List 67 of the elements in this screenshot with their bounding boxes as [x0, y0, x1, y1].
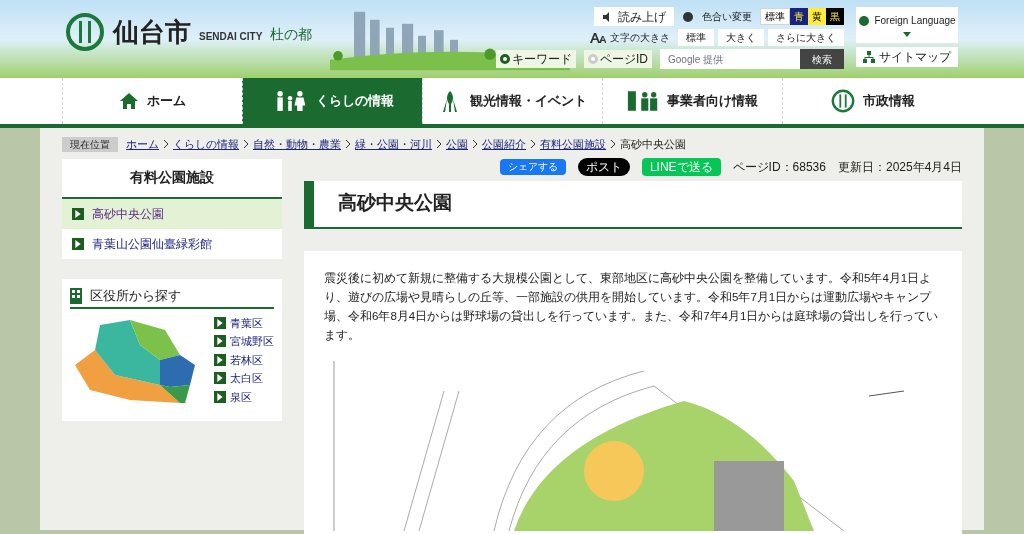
- page-id: ページID：68536: [732, 158, 826, 176]
- search-mode-label: ページID: [600, 51, 648, 68]
- city-name-english: SENDAI CITY: [199, 29, 263, 44]
- breadcrumb-link[interactable]: ホーム: [126, 136, 159, 153]
- tagline: 杜の都: [270, 24, 313, 44]
- page-title: 高砂中央公園: [338, 191, 452, 216]
- breadcrumb-separator-icon: [163, 140, 169, 149]
- ward-link[interactable]: 若林区: [214, 351, 274, 368]
- radio-button[interactable]: [500, 54, 510, 64]
- sitemap-icon: [863, 51, 875, 63]
- sidebar-item[interactable]: 高砂中央公園: [62, 198, 282, 229]
- ward-link[interactable]: 宮城野区: [214, 333, 274, 350]
- text-size-button[interactable]: 大きく: [718, 29, 764, 46]
- arrow-square-icon: [72, 207, 84, 220]
- sitemap-button[interactable]: サイトマップ: [856, 47, 958, 67]
- business-icon: [627, 89, 659, 113]
- arrow-square-icon: [214, 316, 226, 329]
- breadcrumb-link[interactable]: 公園紹介: [482, 136, 526, 153]
- city-emblem-icon: [65, 12, 105, 52]
- breadcrumb-link[interactable]: 自然・動物・農業: [253, 136, 341, 153]
- text-size-label: 文字の大きさ: [610, 31, 670, 45]
- city-name: 仙台市: [113, 15, 191, 49]
- ward-title: 区役所から探す: [90, 286, 181, 305]
- breadcrumb-separator-icon: [610, 140, 616, 149]
- building-icon: [70, 287, 82, 304]
- text-size-button[interactable]: 標準: [678, 29, 714, 46]
- color-option[interactable]: 標準: [760, 8, 790, 25]
- search-mode-option[interactable]: キーワード: [496, 50, 576, 68]
- text-size-icon: [590, 32, 606, 43]
- breadcrumb-link[interactable]: 有料公園施設: [540, 136, 606, 153]
- breadcrumb-separator-icon: [472, 140, 478, 149]
- city-emblem-icon: [830, 89, 855, 113]
- breadcrumb-link[interactable]: 緑・公園・河川: [355, 136, 432, 153]
- search-mode-option[interactable]: ページID: [584, 50, 652, 68]
- x-post-button[interactable]: ポスト: [577, 157, 630, 176]
- breadcrumb-label: 現在位置: [62, 136, 118, 152]
- breadcrumb-separator-icon: [530, 140, 536, 149]
- arrow-square-icon: [214, 390, 226, 403]
- foreign-language-button[interactable]: Foreign Language: [856, 7, 958, 43]
- facebook-share-button[interactable]: シェアする: [499, 158, 566, 175]
- intro-paragraph: 震災後に初めて新規に整備する大規模公園として、東部地区に高砂中央公園を整備しています。令和5年4月1日より、遊びの広場や見晴らしの丘等、一部施設の供用を開始しています。令和5年7月1日からは運動広場やキャンプ場、令和6年8月4日からは野球場の貸出しを行っています。また、令和7年4月1日からは庭球場の貸出しを行っています。: [324, 270, 940, 343]
- ward-link[interactable]: 太白区: [214, 370, 274, 387]
- color-option[interactable]: 黄: [808, 8, 826, 25]
- breadcrumb-separator-icon: [345, 140, 351, 149]
- breadcrumb-separator-icon: [243, 140, 249, 149]
- arrow-square-icon: [214, 353, 226, 366]
- breadcrumb-link[interactable]: 公園: [446, 136, 468, 153]
- caret-icon: [903, 32, 911, 37]
- arrow-square-icon: [214, 372, 226, 385]
- breadcrumb-link[interactable]: くらしの情報: [173, 136, 239, 153]
- search-mode-label: キーワード: [512, 51, 572, 68]
- read-aloud-button[interactable]: 読み上げ: [594, 7, 674, 26]
- ward-link[interactable]: 泉区: [214, 388, 274, 405]
- text-size-button[interactable]: さらに大きく: [768, 29, 844, 46]
- breadcrumb-current: 高砂中央公園: [620, 137, 686, 152]
- home-icon: [119, 91, 139, 111]
- search-button[interactable]: 検索: [800, 49, 844, 69]
- updated-date: 更新日：2025年4月4日: [837, 158, 962, 176]
- nav-tab[interactable]: くらしの情報: [242, 78, 422, 124]
- color-change-label: 色合い変更: [702, 10, 752, 24]
- arrow-square-icon: [214, 335, 226, 348]
- color-option[interactable]: 青: [790, 8, 808, 25]
- color-option[interactable]: 黒: [826, 8, 844, 25]
- breadcrumb-separator-icon: [436, 140, 442, 149]
- arrow-square-icon: [72, 237, 84, 250]
- ward-link[interactable]: 青葉区: [214, 314, 274, 331]
- search-field[interactable]: Google 提供: [660, 49, 800, 69]
